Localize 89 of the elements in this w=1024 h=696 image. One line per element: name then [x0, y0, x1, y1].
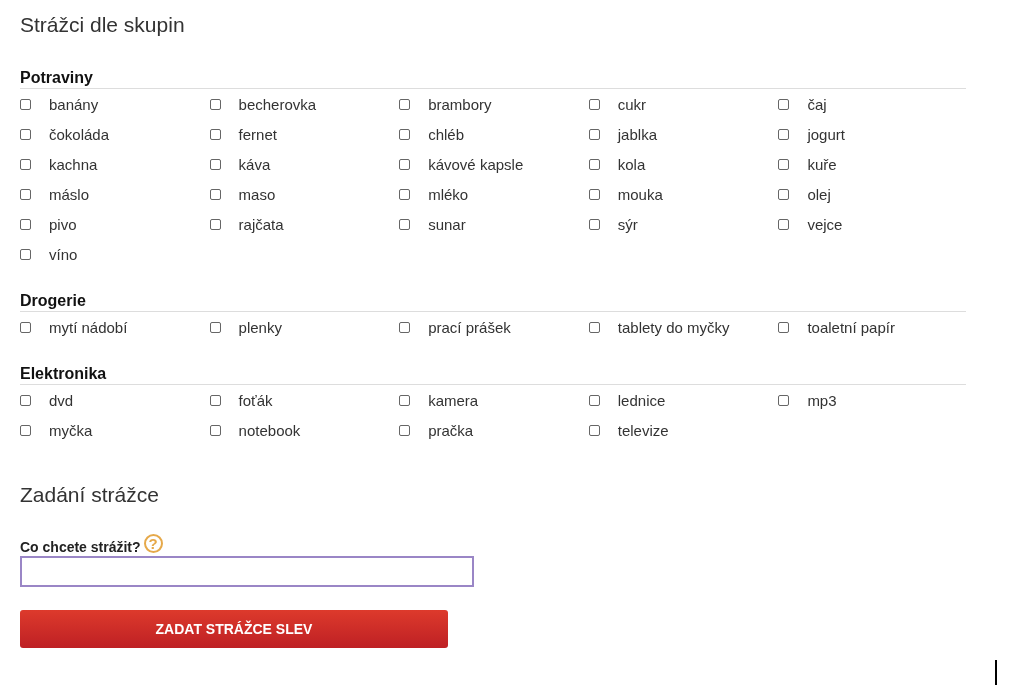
checkbox[interactable] [209, 424, 221, 436]
checkbox[interactable] [588, 424, 600, 436]
checkbox[interactable] [209, 394, 221, 406]
checkbox[interactable] [209, 98, 221, 110]
checkbox-label: pračka [428, 421, 474, 439]
checkbox[interactable] [778, 188, 790, 200]
checkbox[interactable] [588, 128, 600, 140]
group-heading: Potraviny [20, 68, 966, 89]
checkbox-label: notebook [238, 421, 301, 439]
input-field[interactable] [20, 556, 474, 587]
checkbox[interactable] [778, 128, 790, 140]
checkbox[interactable] [588, 158, 600, 170]
checkbox-label: vejce [807, 215, 843, 233]
checkbox-label: kuře [807, 155, 837, 173]
field-label: Co chcete strážit? [20, 539, 141, 555]
checkbox[interactable] [588, 98, 600, 110]
section-title: Strážci dle skupin [20, 12, 186, 38]
checkbox[interactable] [778, 98, 790, 110]
checkbox-label: kávové kapsle [428, 155, 524, 173]
checkbox[interactable] [399, 394, 411, 406]
checkbox[interactable] [20, 158, 31, 170]
checkbox-label: víno [49, 245, 78, 263]
checkbox-label: fernet [238, 125, 277, 143]
checkbox-label: sýr [617, 215, 638, 233]
checkbox-label: máslo [49, 185, 89, 203]
checkbox[interactable] [20, 128, 31, 140]
checkbox[interactable] [20, 188, 31, 200]
group-heading: Drogerie [20, 291, 966, 312]
checkbox[interactable] [399, 321, 411, 333]
checkbox-label: rajčata [238, 215, 284, 233]
checkbox-label: plenky [238, 318, 282, 336]
checkbox[interactable] [778, 218, 790, 230]
checkbox-label: mléko [428, 185, 469, 203]
checkbox-label: čokoláda [49, 125, 110, 143]
checkbox[interactable] [399, 128, 411, 140]
checkbox-label: lednice [617, 391, 666, 409]
checkbox-label: banány [49, 95, 99, 113]
checkbox[interactable] [399, 158, 411, 170]
checkbox[interactable] [588, 188, 600, 200]
group-heading: Elektronika [20, 364, 966, 385]
checkbox-label: cukr [617, 95, 647, 113]
checkbox[interactable] [20, 98, 31, 110]
checkbox-label: sunar [428, 215, 466, 233]
checkbox[interactable] [20, 394, 31, 406]
checkbox[interactable] [778, 321, 790, 333]
checkbox-label: chléb [428, 125, 465, 143]
checkbox-label: toaletní papír [807, 318, 895, 336]
checkbox[interactable] [209, 321, 221, 333]
checkbox-label: mouka [617, 185, 663, 203]
checkbox[interactable] [778, 394, 790, 406]
checkbox[interactable] [209, 128, 221, 140]
checkbox-label: tablety do myčky [617, 318, 730, 336]
checkbox-label: mytí nádobí [49, 318, 128, 336]
checkbox-label: kola [617, 155, 646, 173]
checkbox-label: jogurt [807, 125, 845, 143]
form-title: Zadání strážce [20, 482, 160, 508]
submit-button[interactable]: ZADAT STRÁŽCE SLEV [20, 610, 448, 648]
checkbox[interactable] [20, 424, 31, 436]
checkbox-label: olej [807, 185, 831, 203]
checkbox[interactable] [588, 394, 600, 406]
checkbox[interactable] [778, 158, 790, 170]
checkbox-label: kachna [49, 155, 98, 173]
checkbox-label: maso [238, 185, 276, 203]
checkbox-label: foťák [238, 391, 273, 409]
checkbox[interactable] [399, 218, 411, 230]
checkbox[interactable] [588, 321, 600, 333]
checkbox[interactable] [399, 188, 411, 200]
checkbox[interactable] [20, 321, 31, 333]
checkbox-label: pivo [49, 215, 77, 233]
checkbox-label: prací prášek [428, 318, 511, 336]
checkbox[interactable] [399, 98, 411, 110]
checkbox-label: becherovka [238, 95, 317, 113]
checkbox[interactable] [20, 248, 31, 260]
checkbox[interactable] [20, 218, 31, 230]
checkbox[interactable] [399, 424, 411, 436]
checkbox-label: brambory [428, 95, 492, 113]
checkbox-label: mp3 [807, 391, 837, 409]
checkbox[interactable] [209, 218, 221, 230]
text-cursor-icon [995, 660, 997, 685]
checkbox-label: káva [238, 155, 271, 173]
checkbox-label: jablka [617, 125, 657, 143]
checkbox-label: čaj [807, 95, 827, 113]
checkbox-label: televize [617, 421, 669, 439]
checkbox[interactable] [209, 188, 221, 200]
checkbox[interactable] [588, 218, 600, 230]
checkbox-label: myčka [49, 421, 93, 439]
checkbox-label: kamera [428, 391, 479, 409]
checkbox[interactable] [209, 158, 221, 170]
checkbox-label: dvd [49, 391, 74, 409]
